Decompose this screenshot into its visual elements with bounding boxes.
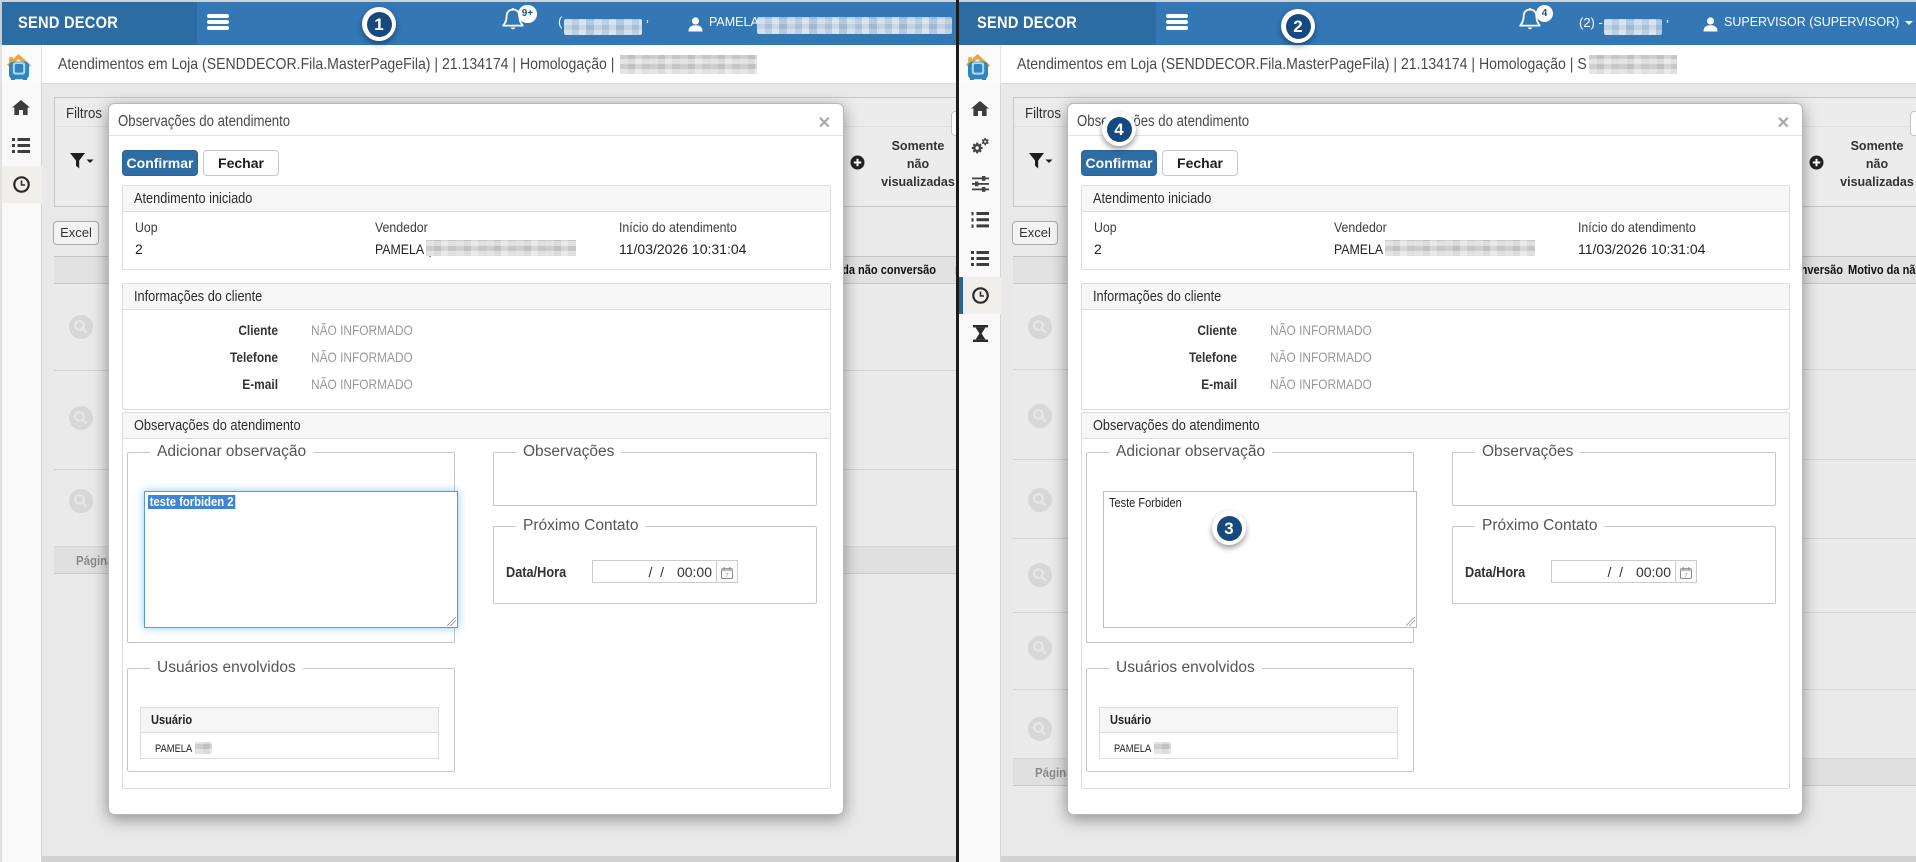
svg-text:7: 7 <box>1684 573 1687 579</box>
svg-text:7: 7 <box>725 573 728 579</box>
